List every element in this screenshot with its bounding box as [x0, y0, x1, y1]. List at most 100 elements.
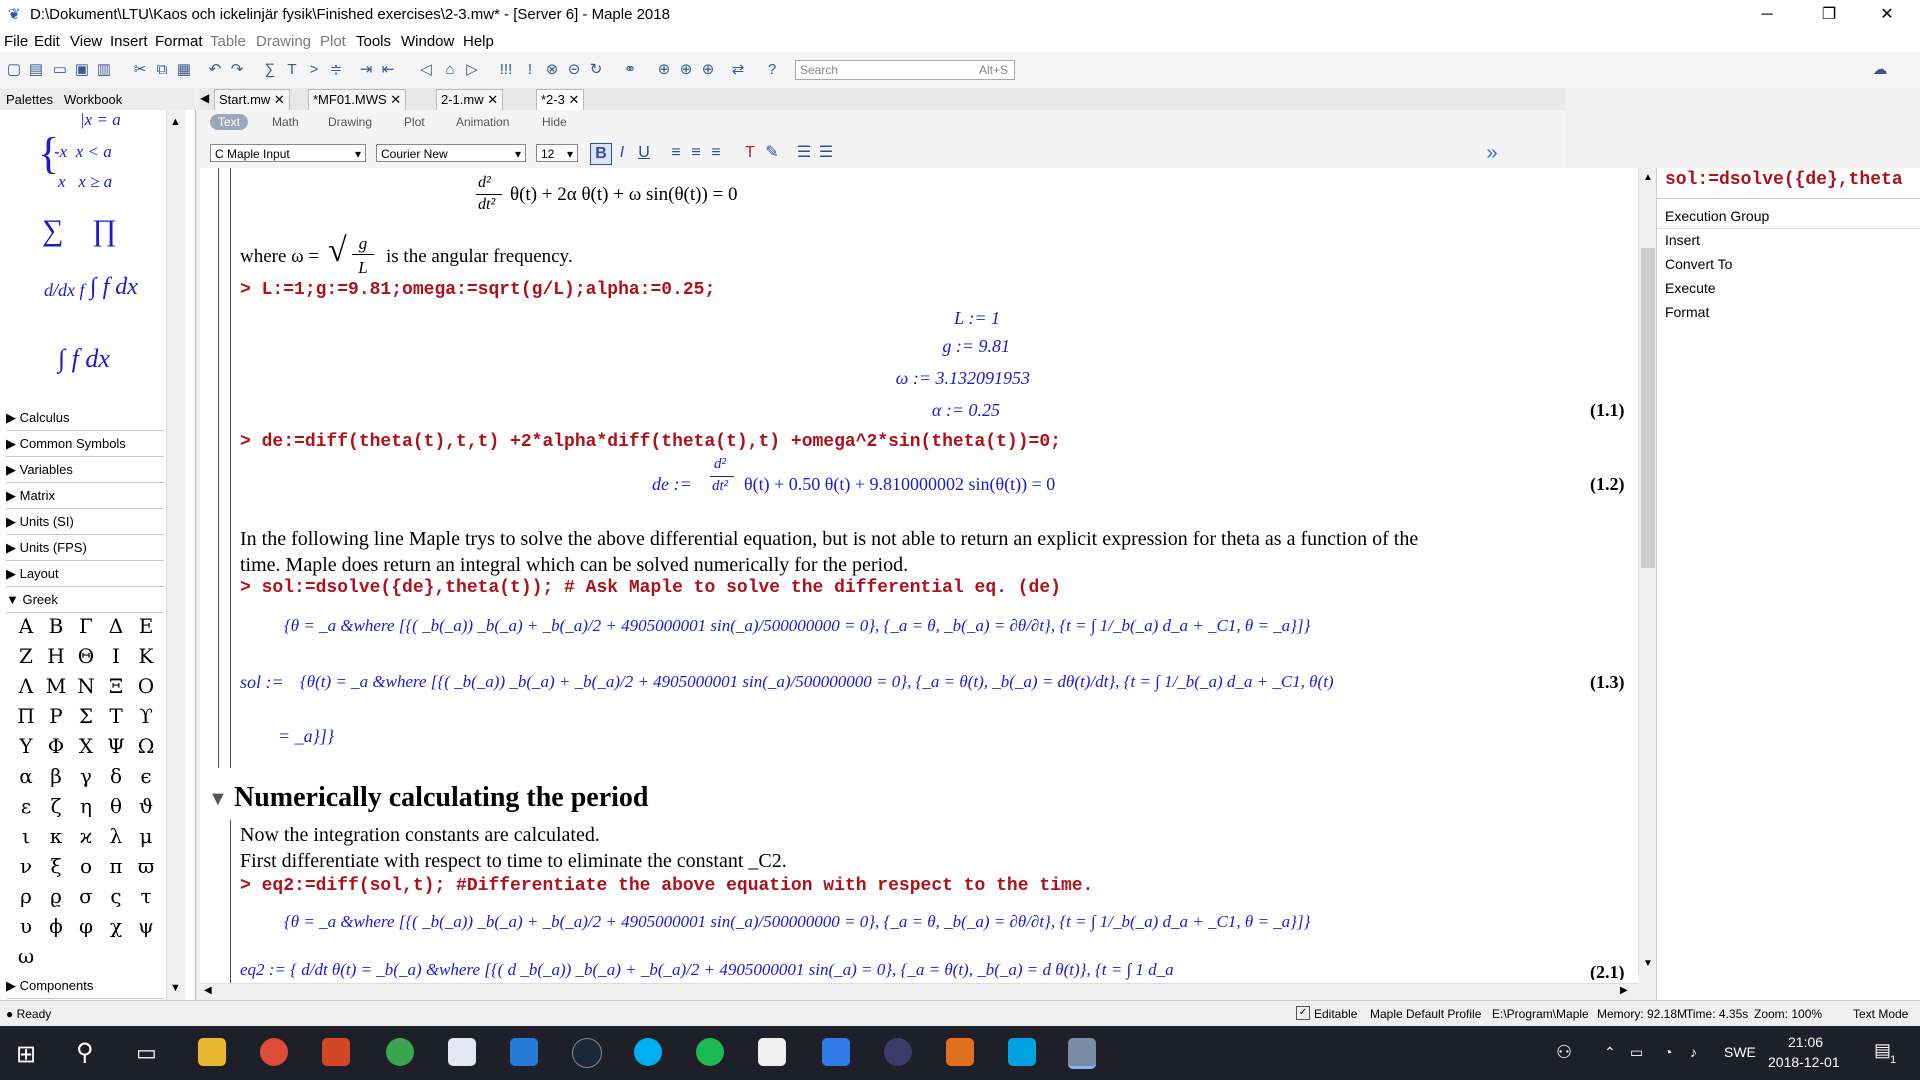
palette-components[interactable]: ▶ Components: [6, 974, 164, 999]
italic-button[interactable]: I: [612, 143, 632, 163]
context-convert-to[interactable]: Convert To: [1665, 256, 1732, 272]
bullet-list-icon[interactable]: ☰: [794, 143, 814, 163]
windows-start-icon[interactable]: ⊞: [16, 1040, 36, 1069]
spotify-icon[interactable]: [696, 1038, 724, 1066]
back-icon[interactable]: ◁: [416, 60, 436, 80]
align-left-icon[interactable]: ≡: [666, 143, 686, 163]
greek-symbol[interactable]: υ: [12, 914, 40, 938]
task-view-icon[interactable]: ▭: [136, 1040, 157, 1066]
menu-plot[interactable]: Plot: [320, 33, 346, 50]
greek-symbol[interactable]: μ: [132, 824, 160, 848]
outdent-icon[interactable]: ⇤: [378, 60, 398, 80]
context-execution-group[interactable]: Execution Group: [1665, 208, 1769, 224]
copy-icon[interactable]: ⧉: [152, 60, 172, 80]
menu-window[interactable]: Window: [401, 33, 454, 50]
greek-symbol[interactable]: ι: [12, 824, 40, 848]
restart-icon[interactable]: ↻: [586, 60, 606, 80]
greek-symbol[interactable]: Λ: [12, 674, 40, 698]
font-size-select[interactable]: 12 ▾: [536, 144, 578, 162]
open-icon[interactable]: ▭: [50, 60, 70, 80]
palette-units-si[interactable]: ▶ Units (SI): [6, 510, 164, 535]
spacing-icon[interactable]: ⇄: [728, 60, 748, 80]
menu-help[interactable]: Help: [463, 33, 494, 50]
palette-calculus[interactable]: ▶ Calculus: [6, 406, 164, 431]
greek-symbol[interactable]: Υ: [12, 734, 40, 758]
font-select[interactable]: Courier New ▾: [376, 144, 526, 162]
forward-icon[interactable]: ▷: [462, 60, 482, 80]
greek-symbol[interactable]: Ε: [132, 614, 160, 638]
paste-icon[interactable]: ▦: [174, 60, 194, 80]
scroll-down-icon[interactable]: ▼: [170, 982, 181, 994]
greek-symbol[interactable]: θ: [102, 794, 130, 818]
search-input[interactable]: Search Alt+S: [795, 60, 1015, 80]
greek-symbol[interactable]: β: [42, 764, 70, 788]
palette-layout[interactable]: ▶ Layout: [6, 562, 164, 587]
greek-symbol[interactable]: ϱ: [42, 884, 70, 908]
palette-scrollbar[interactable]: ▲ ▼: [166, 110, 185, 1000]
wifi-icon[interactable]: ◔: [1664, 1044, 1672, 1060]
context-execute[interactable]: Execute: [1665, 280, 1716, 296]
greek-symbol[interactable]: τ: [132, 884, 160, 908]
tabs-scroll-left-icon[interactable]: ◀: [200, 91, 209, 105]
menu-table[interactable]: Table: [210, 33, 246, 50]
greek-symbol[interactable]: σ: [72, 884, 100, 908]
palette-expr-integral[interactable]: ∫ f dx: [90, 274, 138, 301]
mode-text[interactable]: Text: [210, 114, 249, 130]
palette-expr-abs[interactable]: |x = a: [80, 110, 121, 130]
clock-time[interactable]: 21:06: [1788, 1034, 1823, 1050]
redo-icon[interactable]: ↷: [227, 60, 247, 80]
app-icon-1[interactable]: [322, 1038, 350, 1066]
greek-symbol[interactable]: ο: [72, 854, 100, 878]
palette-expr-definite-integral[interactable]: ∫ f dx: [58, 344, 110, 374]
greek-symbol[interactable]: Δ: [102, 614, 130, 638]
undo-icon[interactable]: ↶: [205, 60, 225, 80]
minimize-button[interactable]: ─: [1744, 0, 1790, 30]
align-right-icon[interactable]: ≡: [706, 143, 726, 163]
command-line-3[interactable]: > sol:=dsolve({de},theta(t)); # Ask Mapl…: [240, 578, 1061, 598]
command-line-4[interactable]: > eq2:=diff(sol,t); #Differentiate the a…: [240, 876, 1093, 896]
palette-variables[interactable]: ▶ Variables: [6, 458, 164, 483]
greek-symbol[interactable]: π: [102, 854, 130, 878]
palette-common-symbols[interactable]: ▶ Common Symbols: [6, 432, 164, 457]
palette-expr-piecewise-2[interactable]: x x ≥ a: [58, 172, 112, 192]
chrome-icon[interactable]: [260, 1038, 288, 1066]
command-line-2[interactable]: > de:=diff(theta(t),t,t) +2*alpha*diff(t…: [240, 432, 1061, 452]
zoom-100-icon[interactable]: ⊕: [654, 60, 674, 80]
menu-format[interactable]: Format: [155, 33, 203, 50]
messenger-icon[interactable]: [822, 1038, 850, 1066]
greek-symbol[interactable]: Π: [12, 704, 40, 728]
document-vertical-scrollbar[interactable]: ▲ ▼: [1638, 168, 1657, 973]
greek-symbol[interactable]: δ: [102, 764, 130, 788]
greek-symbol[interactable]: φ: [72, 914, 100, 938]
greek-symbol[interactable]: ϰ: [72, 824, 100, 848]
people-icon[interactable]: ⚇: [1556, 1042, 1572, 1063]
menu-tools[interactable]: Tools: [356, 33, 391, 50]
greek-symbol[interactable]: Γ: [72, 614, 100, 638]
new-worksheet-icon[interactable]: ▤: [26, 60, 46, 80]
editable-checkbox[interactable]: ✓: [1296, 1006, 1310, 1020]
greek-symbol[interactable]: Ψ: [102, 734, 130, 758]
mode-animation[interactable]: Animation: [448, 114, 517, 130]
text-icon[interactable]: T: [282, 60, 302, 80]
greek-symbol[interactable]: Χ: [72, 734, 100, 758]
underline-button[interactable]: U: [634, 143, 654, 163]
greek-symbol[interactable]: κ: [42, 824, 70, 848]
greek-symbol[interactable]: γ: [72, 764, 100, 788]
cloud-icon[interactable]: ☁: [1870, 60, 1890, 80]
clock-date[interactable]: 2018-12-01: [1768, 1054, 1840, 1070]
prompt-icon[interactable]: >: [304, 60, 324, 80]
app-icon-3[interactable]: [510, 1038, 538, 1066]
scroll-right-icon[interactable]: ▶: [1620, 985, 1628, 996]
menu-file[interactable]: File: [4, 33, 28, 50]
scroll-down-icon[interactable]: ▼: [1643, 958, 1653, 969]
app-icon-4[interactable]: [1008, 1038, 1036, 1066]
bold-button[interactable]: B: [590, 143, 612, 165]
highlight-icon[interactable]: ✎: [762, 143, 782, 163]
tab-start[interactable]: Start.mw ✕: [214, 89, 290, 110]
greek-symbol[interactable]: Ρ: [42, 704, 70, 728]
greek-symbol[interactable]: ϑ: [132, 794, 160, 818]
greek-symbol[interactable]: ω: [12, 944, 40, 968]
scroll-up-icon[interactable]: ▲: [170, 116, 181, 128]
new-icon[interactable]: ▢: [4, 60, 24, 80]
link-icon[interactable]: ⚭: [620, 60, 640, 80]
